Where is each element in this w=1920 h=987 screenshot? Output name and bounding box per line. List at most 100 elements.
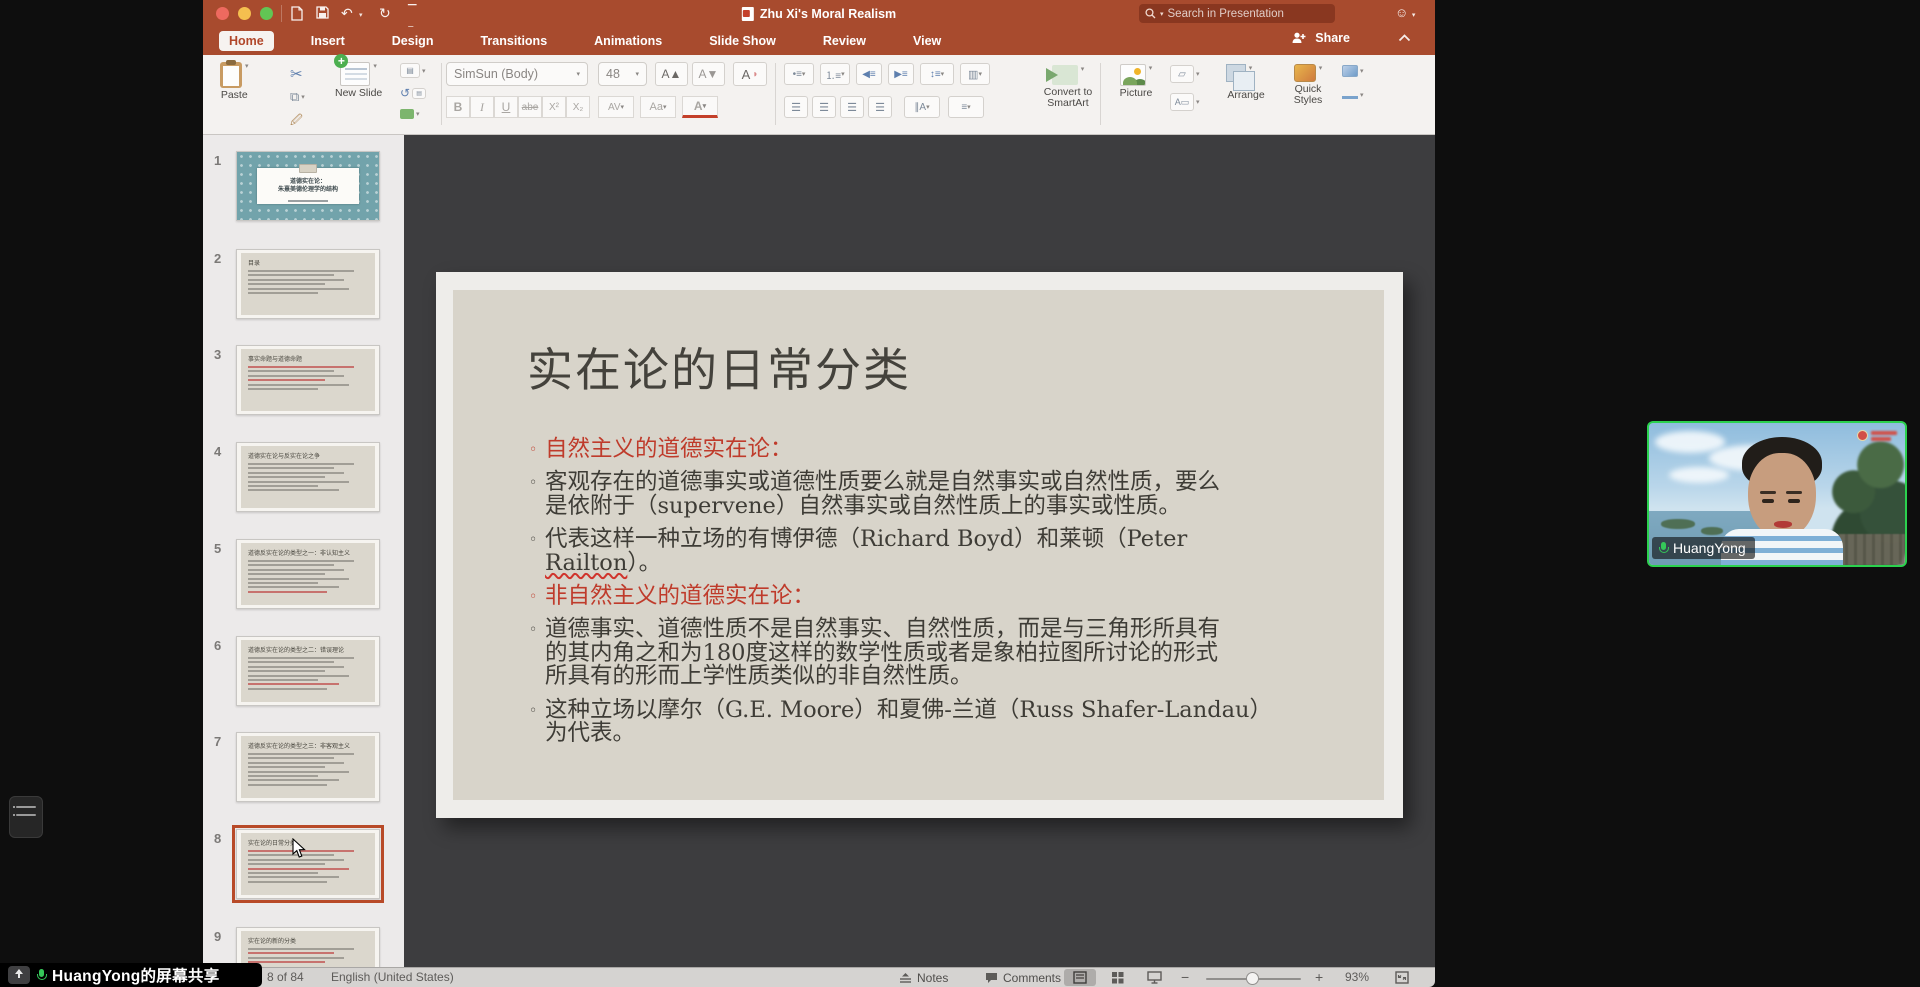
align-text-button[interactable]: ≡▾ [948,96,984,118]
ribbon-separator [775,63,776,125]
justify-button[interactable]: ☰ [868,96,892,118]
undo-dropdown-caret[interactable]: ▾ [359,11,363,19]
screen-share-icon [8,966,30,984]
font-size-select[interactable]: 48▾ [598,62,647,86]
slide-sorter-view-button[interactable] [1102,969,1132,986]
slide-thumbnail-2[interactable]: 目录 [236,249,380,319]
tab-home[interactable]: Home [219,31,274,51]
shape-fill-button[interactable]: ▾ [1342,65,1364,77]
slideshow-view-button[interactable] [1139,969,1169,986]
save-icon[interactable] [316,6,329,19]
align-center-button[interactable]: ☰ [812,96,836,118]
new-document-icon[interactable] [291,6,303,21]
section-button[interactable]: ▾ [400,109,420,119]
bullet-item: ◦代表这样一种立场的有博伊德（Richard Boyd）和莱顿（PeterRai… [529,528,1375,575]
tab-slide-show[interactable]: Slide Show [699,31,786,51]
collapsed-panel-handle[interactable] [9,796,43,838]
font-name-select[interactable]: SimSun (Body)▾ [446,62,588,86]
slide-thumbnail-6[interactable]: 道德反实在论的类型之二：错误理论 [236,636,380,706]
bullet-item: ◦这种立场以摩尔（G.E. Moore）和夏佛-兰道（Russ Shafer-L… [529,699,1375,746]
numbering-button[interactable]: ⒈≡▾ [820,63,850,85]
layout-button[interactable]: ▤▾ [400,63,426,78]
character-spacing-button[interactable]: AV▾ [598,96,634,118]
participant-video[interactable]: HuangYong [1647,421,1907,567]
align-left-button[interactable]: ☰ [784,96,808,118]
zoom-out-button[interactable]: − [1181,969,1189,985]
paste-button[interactable]: ▾ Paste [220,62,249,101]
subscript-button[interactable]: X₂ [566,96,590,118]
tab-insert[interactable]: Insert [301,31,355,51]
close-button[interactable] [216,7,229,20]
format-painter-button[interactable]: 🖉 [290,111,303,132]
language-indicator[interactable]: English (United States) [331,970,454,984]
shape-outline-button[interactable]: ▾ [1342,91,1364,99]
slide-thumbnail-8[interactable]: 实在论的日常分类 [236,829,380,899]
increase-font-button[interactable]: A▲ [655,62,688,86]
new-slide-button[interactable]: ▾ New Slide [335,62,382,99]
columns-button[interactable]: ▥▾ [960,63,990,85]
bold-button[interactable]: B [446,96,470,118]
quick-styles-button[interactable]: ▾ QuickStyles [1280,64,1336,106]
slide-thumbnail-5[interactable]: 道德反实在论的类型之一：非认知主义 [236,539,380,609]
thumbnail-text-bar [248,288,349,290]
search-scope-caret[interactable]: ▾ [1160,10,1164,18]
change-case-button[interactable]: Aa▾ [640,96,676,118]
slide-title[interactable]: 实在论的日常分类 [527,334,911,400]
slide-thumbnail-4[interactable]: 道德实在论与反实在论之争 [236,442,380,512]
slide-body-text[interactable]: ◦自然主义的道德实在论：◦客观存在的道德事实或道德性质要么就是自然事实或自然性质… [529,438,1375,755]
tab-design[interactable]: Design [382,31,444,51]
zoom-window-button[interactable] [260,7,273,20]
increase-indent-button[interactable]: ▶≡ [888,63,914,85]
feedback-smiley-icon[interactable]: ☺ ▾ [1395,5,1415,20]
italic-button[interactable]: I [470,96,494,118]
slide-content-panel: 实在论的日常分类 ◦自然主义的道德实在论：◦客观存在的道德事实或道德性质要么就是… [453,290,1384,800]
picture-button[interactable]: ▾ Picture [1108,64,1164,99]
line-spacing-button[interactable]: ↕≡▾ [920,63,954,85]
cut-button[interactable]: ✂ [290,65,303,83]
convert-to-smartart-button[interactable]: ▾ Convert toSmartArt [1035,65,1101,109]
copy-button[interactable]: ⧉▾ [290,89,305,105]
underline-button[interactable]: U [494,96,518,118]
slide-thumbnail-1[interactable]: 道德实在论：朱熹美德伦理学的结构 [236,151,380,221]
align-right-button[interactable]: ☰ [840,96,864,118]
redo-icon[interactable]: ↻ [379,4,391,22]
font-color-button[interactable]: A▾ [682,96,718,118]
tab-transitions[interactable]: Transitions [470,31,557,51]
text-box-button[interactable]: A▭▾ [1170,93,1200,111]
zoom-level[interactable]: 93% [1345,970,1369,984]
tab-view[interactable]: View [903,31,951,51]
text-direction-button[interactable]: ∥A▾ [904,96,940,118]
decrease-font-button[interactable]: A▼ [692,62,725,86]
tab-animations[interactable]: Animations [584,31,672,51]
work-area: 1道德实在论：朱熹美德伦理学的结构2目录3事实命题与道德命题4道德实在论与反实在… [203,135,1435,967]
bullet-line: 自然主义的道德实在论： [545,438,793,461]
slide-thumbnail-3[interactable]: 事实命题与道德命题 [236,345,380,415]
font-format-row: B I U abe X² X₂ AV▾ Aa▾ A▾ [446,96,718,118]
search-field[interactable]: ▾ Search in Presentation [1139,4,1335,23]
normal-view-button[interactable] [1064,969,1096,986]
fit-slide-button[interactable] [1391,969,1413,986]
share-button[interactable]: Share [1315,31,1350,45]
clear-formatting-button[interactable]: A◗ [733,62,767,86]
slide-thumbnail-7[interactable]: 道德反实在论的类型之三：非客观主义 [236,732,380,802]
strikethrough-button[interactable]: abe [518,96,542,118]
zoom-slider-thumb[interactable] [1246,972,1259,985]
bullets-button[interactable]: •≡▾ [784,63,814,85]
reset-layout-button[interactable]: ↺▤ [400,86,426,100]
superscript-button[interactable]: X² [542,96,566,118]
collapse-ribbon-icon[interactable] [1398,34,1411,42]
decrease-indent-button[interactable]: ◀≡ [856,63,882,85]
arrange-button[interactable]: ▾ Arrange [1218,64,1274,101]
bullet-item: ◦客观存在的道德事实或道德性质要么就是自然事实或自然性质，要么是依附于（supe… [529,471,1375,518]
tab-review[interactable]: Review [813,31,876,51]
thumbnail-text-bar [248,573,325,575]
shapes-button[interactable]: ▱▾ [1170,65,1200,83]
minimize-button[interactable] [238,7,251,20]
current-slide[interactable]: 实在论的日常分类 ◦自然主义的道德实在论：◦客观存在的道德事实或道德性质要么就是… [436,272,1403,818]
undo-icon[interactable]: ↶ [341,4,353,22]
zoom-in-button[interactable]: + [1315,969,1323,985]
notes-button[interactable]: Notes [895,969,952,986]
thumbnail-text-bar [248,476,325,478]
thumbnail-title: 实在论的新的分类 [248,936,368,945]
comments-button[interactable]: Comments [981,969,1065,986]
